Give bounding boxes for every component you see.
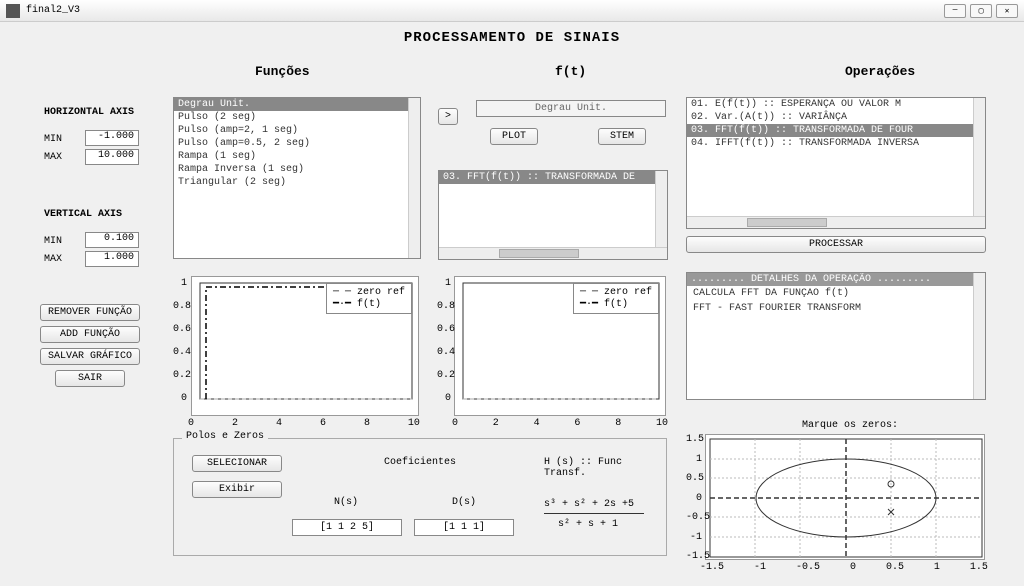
maximize-button[interactable]: ▢ xyxy=(970,4,992,18)
details-line: CALCULA FFT DA FUNÇAO f(t) xyxy=(687,286,985,301)
processar-button[interactable]: PROCESSAR xyxy=(686,236,986,253)
scrollbar-h[interactable] xyxy=(687,216,985,228)
vaxis-max-label: MAX xyxy=(44,254,62,265)
minimize-button[interactable]: ─ xyxy=(944,4,966,18)
list-item[interactable]: Degrau Unit. xyxy=(174,98,420,111)
coeficientes-label: Coeficientes xyxy=(384,457,456,468)
plot-legend: ─ ─ zero ref ━·━ f(t) xyxy=(573,283,659,314)
exibir-button[interactable]: Exibir xyxy=(192,481,282,498)
selecionar-button[interactable]: SELECIONAR xyxy=(192,455,282,472)
col-header-funcoes: Funções xyxy=(255,64,310,79)
list-item[interactable]: Rampa Inversa (1 seg) xyxy=(174,163,420,176)
plot-legend: ─ ─ zero ref ━·━ f(t) xyxy=(326,283,412,314)
plot-zeros[interactable] xyxy=(705,434,985,560)
funcoes-listbox[interactable]: Degrau Unit. Pulso (2 seg) Pulso (amp=2,… xyxy=(173,97,421,259)
vaxis-label: VERTICAL AXIS xyxy=(44,209,122,220)
haxis-min-input[interactable]: -1.000 xyxy=(85,130,139,146)
details-line: FFT - FAST FOURIER TRANSFORM xyxy=(687,301,985,316)
details-box: ......... DETALHES DA OPERAÇÃO .........… xyxy=(686,272,986,400)
ft-selection-listbox[interactable]: 03. FFT(f(t)) :: TRANSFORMADA DE xyxy=(438,170,668,260)
plot1-yticks: 10.80.60.40.20 xyxy=(173,272,187,410)
haxis-min-label: MIN xyxy=(44,134,62,145)
list-item[interactable]: 03. FFT(f(t)) :: TRANSFORMADA DE xyxy=(439,171,667,184)
haxis-max-label: MAX xyxy=(44,152,62,163)
ns-input[interactable]: [1 1 2 5] xyxy=(292,519,402,536)
zeros-xticks: -1.5-1-0.500.511.5 xyxy=(700,562,988,573)
scrollbar-h[interactable] xyxy=(439,247,667,259)
ds-label: D(s) xyxy=(452,497,476,508)
plot-button[interactable]: PLOT xyxy=(490,128,538,145)
operacoes-listbox[interactable]: 01. E(f(t)) :: ESPERANÇA OU VALOR M 02. … xyxy=(686,97,986,229)
ft-display: Degrau Unit. xyxy=(476,100,666,117)
list-item[interactable]: 04. IFFT(f(t)) :: TRANSFORMADA INVERSA xyxy=(687,137,985,150)
window-titlebar: final2_V3 ─ ▢ ✕ xyxy=(0,0,1024,22)
list-item[interactable]: 01. E(f(t)) :: ESPERANÇA OU VALOR M xyxy=(687,98,985,111)
polos-zeros-legend: Polos e Zeros xyxy=(182,431,268,442)
hs-denominator: s² + s + 1 xyxy=(558,519,618,530)
vaxis-min-input[interactable]: 0.100 xyxy=(85,232,139,248)
scrollbar-v[interactable] xyxy=(973,273,985,399)
ds-input[interactable]: [1 1 1] xyxy=(414,519,514,536)
close-button[interactable]: ✕ xyxy=(996,4,1018,18)
vaxis-min-label: MIN xyxy=(44,236,62,247)
list-item[interactable]: 03. FFT(f(t)) :: TRANSFORMADA DE FOUR xyxy=(687,124,985,137)
plot2-yticks: 10.80.60.40.20 xyxy=(437,272,451,410)
page-title: PROCESSAMENTO DE SINAIS xyxy=(0,30,1024,46)
list-item[interactable]: 02. Var.(A(t)) :: VARIÂNÇA xyxy=(687,111,985,124)
hs-label: H (s) :: Func Transf. xyxy=(544,457,666,479)
scrollbar-v[interactable] xyxy=(973,98,985,228)
plot1-xticks: 0246810 xyxy=(188,418,420,429)
col-header-ft: f(t) xyxy=(555,64,586,79)
salvar-grafico-button[interactable]: SALVAR GRÁFICO xyxy=(40,348,140,365)
list-item[interactable]: Triangular (2 seg) xyxy=(174,176,420,189)
vaxis-max-input[interactable]: 1.000 xyxy=(85,251,139,267)
remover-funcao-button[interactable]: REMOVER FUNÇÃO xyxy=(40,304,140,321)
scrollbar-v[interactable] xyxy=(655,171,667,259)
add-funcao-button[interactable]: ADD FUNÇÃO xyxy=(40,326,140,343)
list-item[interactable]: Rampa (1 seg) xyxy=(174,150,420,163)
scrollbar-v[interactable] xyxy=(408,98,420,258)
plot-ft: ─ ─ zero ref ━·━ f(t) xyxy=(454,276,666,416)
window-title: final2_V3 xyxy=(26,5,944,16)
ns-label: N(s) xyxy=(334,497,358,508)
zeros-title: Marque os zeros: xyxy=(790,420,910,431)
zeros-yticks: 1.510.50-0.5-1-1.5 xyxy=(686,430,702,567)
polos-zeros-panel: Polos e Zeros SELECIONAR Exibir Coeficie… xyxy=(173,438,667,556)
arrow-button[interactable]: > xyxy=(438,108,458,125)
stem-button[interactable]: STEM xyxy=(598,128,646,145)
app-icon xyxy=(6,4,20,18)
haxis-max-input[interactable]: 10.000 xyxy=(85,149,139,165)
sair-button[interactable]: SAIR xyxy=(55,370,125,387)
list-item[interactable]: Pulso (2 seg) xyxy=(174,111,420,124)
plot-funcoes: ─ ─ zero ref ━·━ f(t) xyxy=(191,276,419,416)
hs-numerator: s³ + s² + 2s +5 xyxy=(544,499,634,510)
details-header: ......... DETALHES DA OPERAÇÃO ......... xyxy=(687,273,985,286)
list-item[interactable]: Pulso (amp=0.5, 2 seg) xyxy=(174,137,420,150)
col-header-operacoes: Operações xyxy=(845,64,915,79)
list-item[interactable]: Pulso (amp=2, 1 seg) xyxy=(174,124,420,137)
haxis-label: HORIZONTAL AXIS xyxy=(44,107,134,118)
plot2-xticks: 0246810 xyxy=(452,418,668,429)
